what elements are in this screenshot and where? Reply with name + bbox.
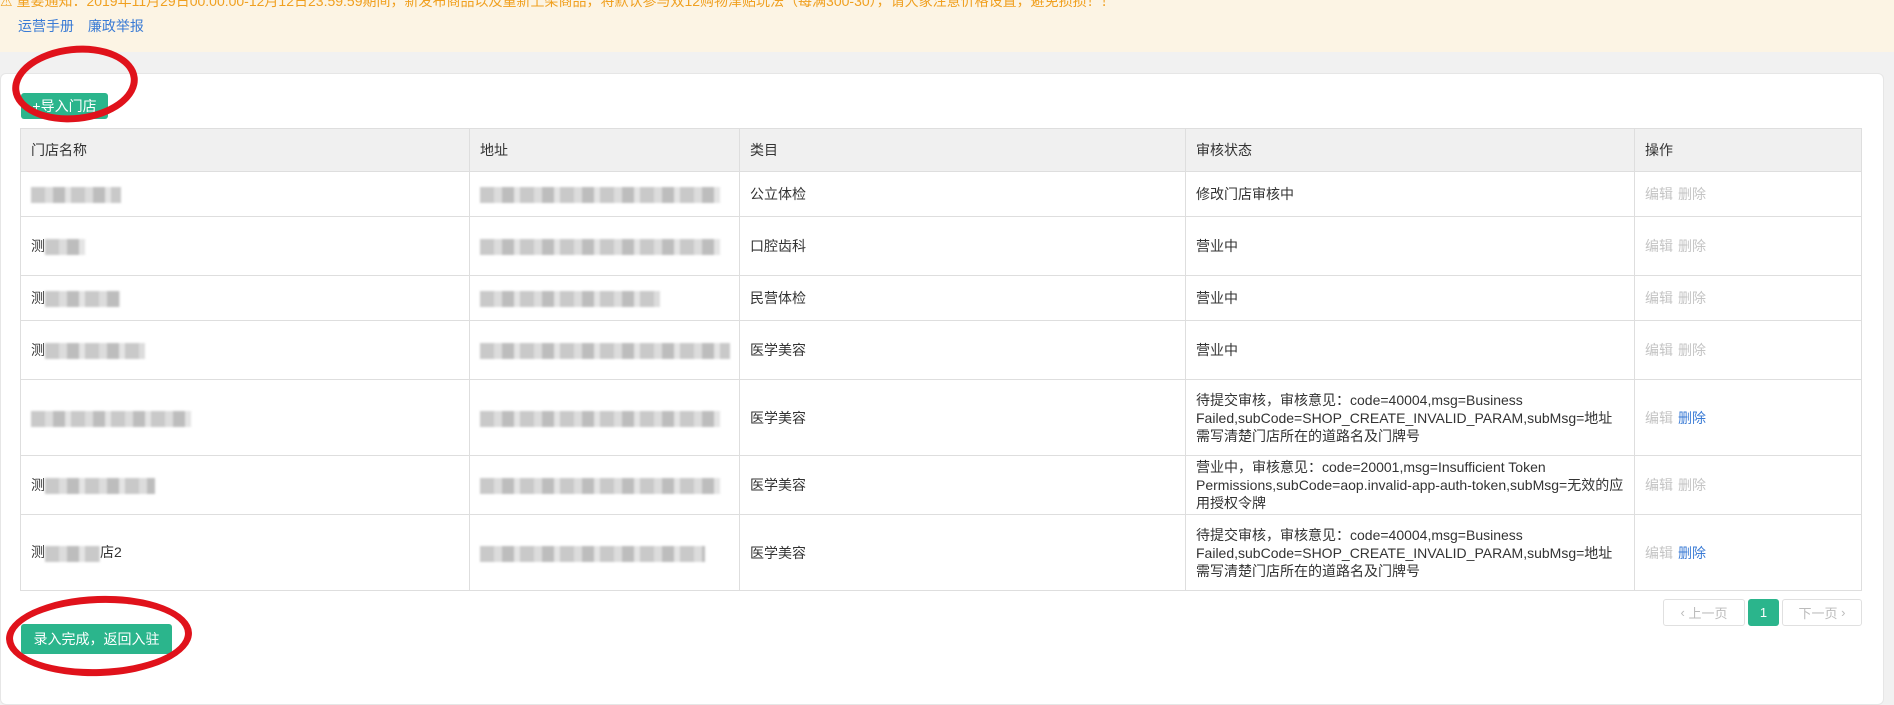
table-row: 测 口腔齿科 营业中 编辑 删除 [20, 216, 1862, 276]
edit-button[interactable]: 编辑 [1645, 410, 1673, 426]
delete-button[interactable]: 删除 [1678, 342, 1706, 358]
table-row: 测店2 医学美容 待提交审核，审核意见：code=40004,msg=Busin… [20, 514, 1862, 591]
actions-cell: 编辑 删除 [1634, 514, 1862, 591]
delete-button[interactable]: 删除 [1678, 545, 1706, 561]
redacted-text [480, 545, 705, 562]
store-name-cell: 测 [20, 455, 470, 515]
redacted-text [45, 545, 100, 562]
category-cell: 医学美容 [739, 455, 1186, 515]
delete-button[interactable]: 删除 [1678, 238, 1706, 254]
delete-button[interactable]: 删除 [1678, 290, 1706, 306]
pagination-current-page[interactable]: 1 [1748, 599, 1779, 626]
notice-links: 运营手册 廉政举报 [18, 16, 154, 36]
delete-button[interactable]: 删除 [1678, 186, 1706, 202]
category-cell: 口腔齿科 [739, 216, 1186, 276]
store-name-cell: 测 [20, 275, 470, 321]
address-cell [469, 455, 740, 515]
chevron-left-icon: ‹ [1680, 605, 1689, 620]
actions-cell: 编辑 删除 [1634, 171, 1862, 217]
table-row: 测 医学美容 营业中，审核意见：code=20001,msg=Insuffici… [20, 455, 1862, 515]
table-row: 公立体检 修改门店审核中 编辑 删除 [20, 171, 1862, 217]
edit-button[interactable]: 编辑 [1645, 186, 1673, 202]
pagination-next-button[interactable]: 下一页 › [1782, 599, 1862, 626]
redacted-text [480, 239, 720, 256]
category-cell: 民营体检 [739, 275, 1186, 321]
status-cell: 待提交审核，审核意见：code=40004,msg=Business Faile… [1185, 514, 1635, 591]
header-category: 类目 [739, 128, 1186, 172]
actions-cell: 编辑 删除 [1634, 216, 1862, 276]
header-store-name: 门店名称 [20, 128, 470, 172]
edit-button[interactable]: 编辑 [1645, 545, 1673, 561]
address-cell [469, 514, 740, 591]
redacted-text [45, 343, 145, 360]
table-row: 测 医学美容 营业中 编辑 删除 [20, 320, 1862, 380]
store-name-cell: 测 [20, 320, 470, 380]
redacted-text [45, 478, 155, 495]
redacted-text [480, 291, 660, 308]
table-row: 医学美容 待提交审核，审核意见：code=40004,msg=Business … [20, 379, 1862, 456]
pagination-prev-button[interactable]: ‹ 上一页 [1663, 599, 1745, 626]
store-table: 门店名称 地址 类目 审核状态 操作 公立体检 修改门店审核中 编辑 删除 测 口… [20, 128, 1862, 591]
redacted-text [480, 343, 730, 360]
address-cell [469, 275, 740, 321]
delete-button[interactable]: 删除 [1678, 477, 1706, 493]
redacted-text [45, 291, 120, 308]
address-cell [469, 216, 740, 276]
category-cell: 医学美容 [739, 514, 1186, 591]
category-cell: 医学美容 [739, 320, 1186, 380]
status-cell: 营业中 [1185, 275, 1635, 321]
status-cell: 营业中 [1185, 216, 1635, 276]
header-status: 审核状态 [1185, 128, 1635, 172]
ops-manual-link[interactable]: 运营手册 [18, 18, 74, 34]
redacted-text [480, 187, 720, 204]
table-header-row: 门店名称 地址 类目 审核状态 操作 [20, 128, 1862, 172]
redacted-text [31, 187, 121, 204]
store-name-cell [20, 171, 470, 217]
chevron-right-icon: › [1837, 605, 1846, 620]
store-name-cell [20, 379, 470, 456]
actions-cell: 编辑 删除 [1634, 320, 1862, 380]
redacted-text [480, 410, 720, 427]
address-cell [469, 320, 740, 380]
status-cell: 营业中 [1185, 320, 1635, 380]
edit-button[interactable]: 编辑 [1645, 342, 1673, 358]
status-cell: 待提交审核，审核意见：code=40004,msg=Business Faile… [1185, 379, 1635, 456]
category-cell: 公立体检 [739, 171, 1186, 217]
actions-cell: 编辑 删除 [1634, 275, 1862, 321]
address-cell [469, 379, 740, 456]
notice-bar: ⚠ 重要通知：2019年11月29日00:00:00-12月12日23:59:5… [0, 0, 1894, 52]
edit-button[interactable]: 编辑 [1645, 290, 1673, 306]
edit-button[interactable]: 编辑 [1645, 477, 1673, 493]
redacted-text [31, 410, 191, 427]
report-link[interactable]: 廉政举报 [88, 18, 144, 34]
category-cell: 医学美容 [739, 379, 1186, 456]
import-store-button[interactable]: +导入门店 [21, 93, 108, 119]
address-cell [469, 171, 740, 217]
redacted-text [480, 478, 720, 495]
table-row: 测 民营体检 营业中 编辑 删除 [20, 275, 1862, 321]
status-cell: 营业中，审核意见：code=20001,msg=Insufficient Tok… [1185, 455, 1635, 515]
notice-text: ⚠ 重要通知：2019年11月29日00:00:00-12月12日23:59:5… [0, 0, 1115, 9]
finish-return-button[interactable]: 录入完成，返回入驻 [21, 624, 172, 654]
actions-cell: 编辑 删除 [1634, 455, 1862, 515]
header-actions: 操作 [1634, 128, 1862, 172]
redacted-text [45, 239, 85, 256]
status-cell: 修改门店审核中 [1185, 171, 1635, 217]
store-name-cell: 测 [20, 216, 470, 276]
header-address: 地址 [469, 128, 740, 172]
actions-cell: 编辑 删除 [1634, 379, 1862, 456]
store-name-cell: 测店2 [20, 514, 470, 591]
edit-button[interactable]: 编辑 [1645, 238, 1673, 254]
delete-button[interactable]: 删除 [1678, 410, 1706, 426]
